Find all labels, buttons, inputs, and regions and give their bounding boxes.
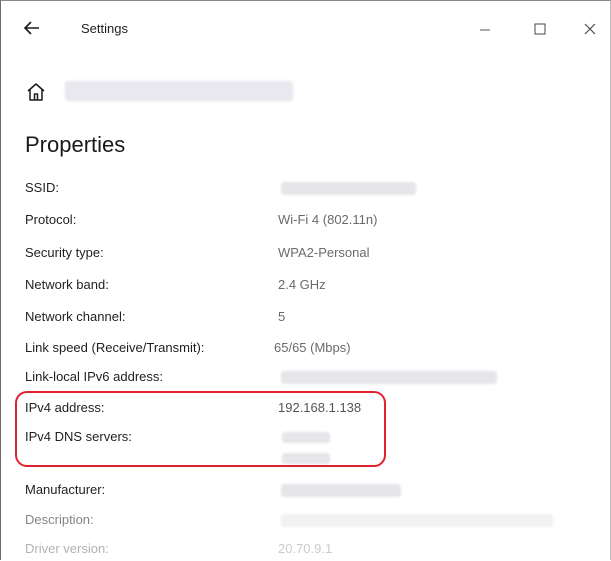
property-row-protocol: Protocol: Wi-Fi 4 (802.11n): [25, 212, 585, 232]
back-button[interactable]: [19, 16, 45, 40]
property-row-description: Description:: [25, 512, 585, 532]
property-value: 5: [278, 309, 286, 324]
property-label: Network band:: [25, 277, 109, 292]
maximize-icon: [534, 23, 546, 35]
redacted-value: [281, 182, 416, 195]
redacted-value: [281, 514, 553, 527]
property-label: Driver version:: [25, 541, 109, 556]
property-row-network-channel: Network channel: 5: [25, 309, 585, 329]
page-title: Properties: [25, 132, 126, 157]
window-title: Settings: [81, 21, 128, 36]
back-arrow-icon: [23, 21, 39, 35]
property-label: Link speed (Receive/Transmit):: [25, 340, 205, 355]
property-row-ipv6-address: Link-local IPv6 address:: [25, 369, 585, 389]
property-row-driver-version: Driver version: 20.70.9.1: [25, 541, 585, 561]
property-label: Link-local IPv6 address:: [25, 369, 164, 384]
property-row-manufacturer: Manufacturer:: [25, 482, 585, 502]
property-label: Protocol:: [25, 212, 77, 227]
property-value: WPA2-Personal: [278, 245, 370, 260]
property-label: Network channel:: [25, 309, 126, 324]
property-label: Manufacturer:: [25, 482, 106, 497]
redacted-network-name: [65, 81, 293, 101]
property-value: Wi-Fi 4 (802.11n): [278, 212, 378, 227]
maximize-button[interactable]: [525, 15, 555, 43]
home-icon[interactable]: [25, 81, 47, 103]
property-row-network-band: Network band: 2.4 GHz: [25, 277, 585, 297]
minimize-button[interactable]: [470, 15, 500, 43]
minimize-icon: [480, 29, 490, 31]
property-label: SSID:: [25, 180, 59, 195]
close-icon: [584, 23, 596, 35]
property-value: 65/65 (Mbps): [274, 340, 351, 355]
highlight-box: [15, 391, 386, 467]
property-label: Description:: [25, 512, 94, 527]
property-label: Security type:: [25, 245, 104, 260]
redacted-value: [281, 484, 401, 497]
property-value: 2.4 GHz: [278, 277, 326, 292]
redacted-value: [281, 371, 497, 384]
property-row-ssid: SSID:: [25, 180, 585, 200]
property-row-security-type: Security type: WPA2-Personal: [25, 245, 585, 265]
close-button[interactable]: [575, 15, 605, 43]
property-row-link-speed: Link speed (Receive/Transmit): 65/65 (Mb…: [25, 340, 585, 360]
property-value: 20.70.9.1: [278, 541, 333, 556]
title-bar: Settings: [1, 1, 610, 59]
settings-window: Settings Properties SSID: Protocol: Wi-F…: [0, 0, 611, 560]
